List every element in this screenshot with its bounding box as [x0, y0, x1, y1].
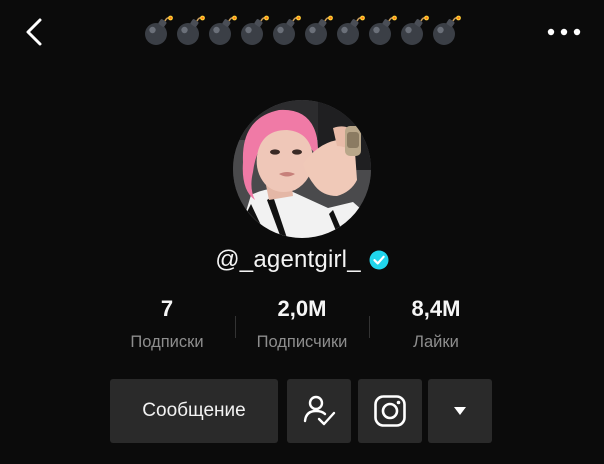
username: @_agentgirl_	[215, 246, 361, 273]
followers-count: 2,0M	[277, 296, 327, 321]
bomb-emoji-icon	[305, 15, 333, 45]
message-button-label: Сообщение	[142, 400, 246, 421]
avatar[interactable]	[233, 100, 371, 238]
likes-label: Лайки	[413, 333, 459, 351]
bomb-emoji-icon	[209, 15, 237, 45]
stat-following[interactable]: 7 Подписки	[100, 294, 234, 354]
bomb-emoji-icon	[273, 15, 301, 45]
bomb-emoji-icon	[401, 15, 429, 45]
verified-badge-icon	[369, 250, 389, 270]
profile-screen: @_agentgirl_ 7 Подписки 2,0M Подписчики …	[0, 0, 604, 464]
back-button[interactable]	[18, 14, 50, 50]
profile-photo	[233, 100, 371, 238]
chevron-left-icon	[26, 18, 42, 46]
stat-likes[interactable]: 8,4M Лайки	[369, 294, 503, 354]
following-label: Подписки	[130, 333, 204, 351]
followers-label: Подписчики	[256, 333, 348, 351]
following-status-button[interactable]	[287, 379, 351, 443]
user-check-icon	[303, 395, 336, 426]
bomb-emoji-icon	[177, 15, 205, 45]
instagram-button[interactable]	[358, 379, 422, 443]
profile-title	[140, 12, 464, 50]
bomb-emoji-icon	[145, 15, 173, 45]
bomb-emoji-icon	[241, 15, 269, 45]
stat-followers[interactable]: 2,0M Подписчики	[235, 294, 369, 354]
more-horizontal-icon	[547, 28, 581, 36]
bomb-emoji-icon	[337, 15, 365, 45]
instagram-icon	[374, 395, 406, 427]
likes-count: 8,4M	[411, 296, 461, 321]
message-button[interactable]: Сообщение	[110, 379, 278, 443]
profile-stats: 7 Подписки 2,0M Подписчики 8,4M Лайки	[100, 294, 504, 360]
bomb-emoji-icon	[433, 15, 461, 45]
caret-down-icon	[454, 407, 466, 415]
bomb-emoji-icon	[369, 15, 397, 45]
suggested-accounts-dropdown[interactable]	[428, 379, 492, 443]
following-count: 7	[160, 296, 174, 321]
username-row: @_agentgirl_	[0, 243, 604, 277]
more-options-button[interactable]	[544, 18, 584, 46]
